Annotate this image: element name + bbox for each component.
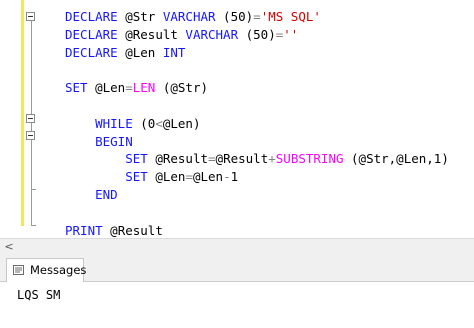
- code-token: @Result: [117, 26, 186, 42]
- code-token: (0: [132, 115, 156, 131]
- code-token: @Len: [192, 169, 224, 185]
- code-token: DECLARE: [65, 44, 118, 60]
- change-tracking-bar: [21, 0, 24, 226]
- code-token: (50): [238, 26, 276, 42]
- code-line[interactable]: DECLARE @Str VARCHAR (50)='MS SQL': [65, 8, 321, 25]
- collapse-declare-block-icon[interactable]: [26, 12, 35, 21]
- code-token: =: [185, 169, 193, 185]
- code-token: @Len: [147, 169, 186, 185]
- code-line[interactable]: DECLARE @Result VARCHAR (50)='': [65, 26, 298, 43]
- code-token: SUBSTRING: [275, 151, 344, 167]
- code-token: INT: [162, 44, 186, 60]
- code-token: WHILE: [65, 115, 133, 131]
- code-token: SET: [65, 169, 148, 185]
- code-token: @Len): [162, 115, 201, 131]
- code-line[interactable]: WHILE (0<@Len): [65, 115, 200, 132]
- code-token: @Len: [117, 44, 163, 60]
- tab-messages-label: Messages: [30, 263, 87, 277]
- code-line[interactable]: PRINT @Result: [65, 222, 163, 238]
- editor-gutter: [0, 0, 22, 238]
- outline-end-marker: [31, 225, 36, 226]
- code-token: =: [125, 80, 133, 96]
- collapse-while-block-icon[interactable]: [26, 114, 35, 123]
- code-token: DECLARE: [65, 9, 118, 24]
- horizontal-scrollbar[interactable]: <: [0, 238, 474, 255]
- code-token: <: [155, 115, 163, 131]
- code-token: BEGIN: [65, 133, 133, 149]
- code-token: SET: [65, 80, 88, 96]
- code-token: @Result: [215, 151, 269, 167]
- code-token: END: [65, 187, 118, 202]
- code-token: VARCHAR: [162, 9, 216, 24]
- collapse-begin-block-icon[interactable]: [26, 131, 35, 140]
- code-token: 1: [230, 169, 239, 185]
- code-line[interactable]: DECLARE @Len INT: [65, 44, 185, 61]
- tab-messages[interactable]: Messages: [6, 258, 87, 282]
- messages-icon: [13, 265, 24, 275]
- code-line[interactable]: BEGIN: [65, 133, 133, 150]
- code-token: =: [208, 151, 216, 167]
- code-token: -: [223, 169, 231, 185]
- scroll-left-arrow-icon[interactable]: <: [2, 240, 16, 254]
- results-tab-bar: Messages: [0, 255, 474, 282]
- code-token: (@Str,@Len,1): [343, 151, 449, 167]
- code-token: @Result: [147, 151, 209, 167]
- code-token: @Len: [87, 80, 126, 96]
- outline-line: [31, 21, 32, 226]
- message-output: LQS SM: [17, 288, 61, 302]
- code-token: (@Str): [155, 80, 209, 96]
- code-token: SET: [65, 151, 148, 167]
- code-token: (50): [215, 9, 254, 24]
- code-token: VARCHAR: [185, 26, 239, 42]
- code-line[interactable]: SET @Len=@Len-1: [65, 168, 238, 185]
- outline-end-marker: [31, 189, 36, 190]
- code-token: LEN: [132, 80, 156, 96]
- code-line[interactable]: SET @Len=LEN (@Str): [65, 79, 208, 96]
- code-token: DECLARE: [65, 26, 118, 42]
- code-token: 'MS SQL': [260, 9, 321, 24]
- code-token: @Str: [117, 9, 163, 24]
- messages-pane: LQS SM: [0, 282, 474, 328]
- code-line[interactable]: SET @Result=@Result+SUBSTRING (@Str,@Len…: [65, 150, 449, 167]
- code-token: +: [268, 151, 276, 167]
- code-token: @Result: [102, 222, 163, 238]
- code-token: PRINT: [65, 222, 103, 238]
- code-line[interactable]: END: [65, 186, 118, 203]
- sql-editor[interactable]: DECLARE @Str VARCHAR (50)='MS SQL' DECLAR…: [0, 0, 474, 238]
- code-token: =: [253, 9, 261, 24]
- code-token: '': [283, 26, 299, 42]
